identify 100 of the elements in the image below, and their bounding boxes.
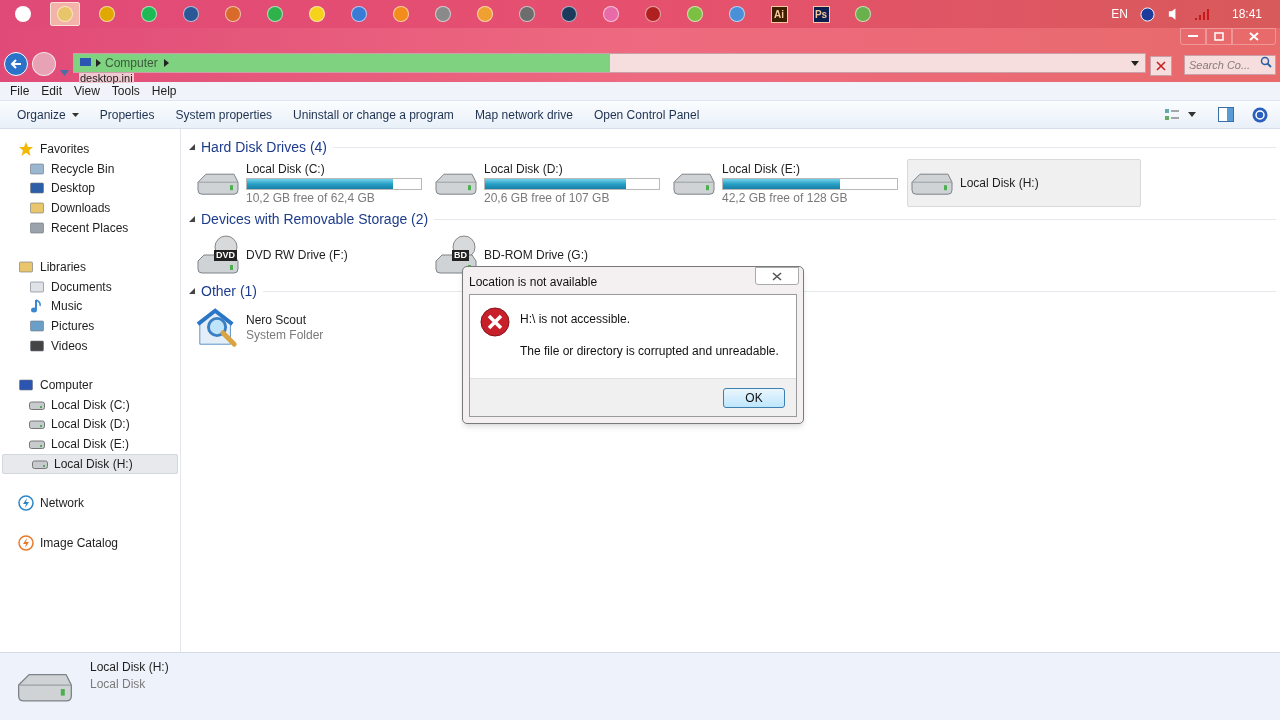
sidebar-item[interactable]: Local Disk (D:) xyxy=(0,414,180,435)
sidebar-item[interactable]: Libraries xyxy=(0,257,180,277)
drive-name: Nero Scout xyxy=(246,311,308,328)
address-bar[interactable]: Computer xyxy=(73,53,1146,73)
app-logo: Ai xyxy=(770,5,788,23)
back-arrow-icon xyxy=(10,58,22,70)
app-logo: Ps xyxy=(812,5,830,23)
free-space-text: 20,6 GB free of 107 GB xyxy=(484,190,611,206)
toolbar-button[interactable]: Properties xyxy=(92,103,162,126)
drive-name: Local Disk (E:) xyxy=(722,160,802,177)
back-button[interactable] xyxy=(4,52,28,76)
drive-icon xyxy=(29,419,45,430)
collapse-icon[interactable] xyxy=(189,144,195,150)
close-button[interactable] xyxy=(755,267,799,285)
drive-tile[interactable]: DVD DVD RW Drive (F:) xyxy=(193,231,427,279)
dialog-title: Location is not available xyxy=(469,274,598,291)
drive-name: Local Disk (D:) xyxy=(484,160,564,177)
free-space-text: 42,2 GB free of 128 GB xyxy=(722,190,849,206)
sidebar-item[interactable]: Downloads xyxy=(0,198,180,218)
computer-icon xyxy=(18,377,34,394)
error-heading: H:\ is not accessible. xyxy=(520,311,632,328)
sidebar-item[interactable]: Recent Places xyxy=(0,217,180,238)
signal-icon[interactable] xyxy=(1194,7,1210,21)
close-icon xyxy=(1156,61,1166,71)
menu-item[interactable]: Tools xyxy=(105,82,146,100)
computer-icon xyxy=(78,57,92,69)
lightning-icon xyxy=(18,534,34,551)
caret-icon[interactable] xyxy=(1188,112,1196,117)
taskbar-app[interactable]: Ps xyxy=(806,2,836,26)
menu-item[interactable]: Help xyxy=(145,82,183,100)
drive-tile[interactable]: Local Disk (H:) xyxy=(907,159,1141,207)
sidebar-item[interactable]: Recycle Bin xyxy=(0,158,180,179)
toolbar-button[interactable]: Organize xyxy=(10,103,86,126)
drive-badge: DVD xyxy=(214,250,237,261)
close-icon xyxy=(772,271,782,281)
maximize-button[interactable] xyxy=(1206,28,1232,45)
monitor-icon xyxy=(29,180,45,197)
toolbar-button[interactable]: Uninstall or change a program xyxy=(286,103,461,126)
chevron-icon[interactable] xyxy=(96,59,101,67)
folder-icon xyxy=(29,199,45,216)
chevron-icon[interactable] xyxy=(163,59,169,67)
sidebar-item[interactable]: Network xyxy=(0,493,180,514)
minimize-button[interactable] xyxy=(1180,28,1206,45)
collapse-icon[interactable] xyxy=(189,216,195,222)
sidebar-item[interactable]: Image Catalog xyxy=(0,532,180,553)
clock[interactable]: 18:41 xyxy=(1222,5,1272,23)
collapse-icon[interactable] xyxy=(189,288,195,294)
item-type: System Folder xyxy=(246,327,324,343)
sidebar-item[interactable]: Computer xyxy=(0,375,180,395)
caret-icon xyxy=(71,112,79,117)
menu-item[interactable]: File xyxy=(4,82,36,100)
toolbar-button[interactable]: Map network drive xyxy=(467,103,580,126)
group-header[interactable]: Devices with Removable Storage (2) xyxy=(201,208,429,230)
group-header[interactable]: Hard Disk Drives (4) xyxy=(201,136,327,158)
stop-button[interactable] xyxy=(1150,56,1172,76)
details-type: Local Disk xyxy=(90,676,147,693)
view-options-icon[interactable] xyxy=(1164,107,1180,122)
sidebar-item[interactable]: Documents xyxy=(0,276,180,297)
dropdown-icon[interactable] xyxy=(1131,60,1139,66)
drive-icon xyxy=(29,399,45,410)
drive-name: Local Disk (C:) xyxy=(246,160,326,177)
maximize-icon xyxy=(1214,32,1224,41)
language-indicator[interactable]: EN xyxy=(1111,5,1128,23)
sidebar-item[interactable]: Local Disk (E:) xyxy=(0,434,180,454)
sidebar-item[interactable]: Desktop xyxy=(0,178,180,199)
drive-name: Local Disk (H:) xyxy=(960,175,1039,191)
sidebar-item[interactable]: Local Disk (C:) xyxy=(0,394,180,415)
sidebar-item[interactable]: Favorites xyxy=(0,139,180,159)
details-title: Local Disk (H:) xyxy=(90,659,169,676)
drive-tile[interactable]: Local Disk (C:) 10,2 GB free of 62,4 GB xyxy=(193,159,427,207)
drive-badge: BD xyxy=(452,250,469,261)
toolbar-button[interactable]: Open Control Panel xyxy=(586,103,707,126)
drive-tile[interactable]: Nero Scout System Folder xyxy=(193,303,427,351)
search-icon xyxy=(1260,56,1272,68)
free-space-text: 10,2 GB free of 62,4 GB xyxy=(246,190,376,206)
breadcrumb[interactable]: Computer xyxy=(105,54,158,72)
group-header[interactable]: Other (1) xyxy=(201,280,257,302)
drive-icon xyxy=(29,439,45,450)
error-icon xyxy=(480,307,510,337)
sidebar-item[interactable]: Videos xyxy=(0,335,180,356)
drive-name: BD-ROM Drive (G:) xyxy=(484,247,588,263)
close-icon xyxy=(1249,32,1259,41)
drive-tile[interactable]: Local Disk (D:) 20,6 GB free of 107 GB xyxy=(431,159,665,207)
desktop-file-label: desktop.ini xyxy=(79,73,134,83)
menu-item[interactable]: Edit xyxy=(35,82,69,100)
sidebar-item[interactable]: Music xyxy=(0,296,180,317)
star-icon xyxy=(18,140,34,157)
search-field[interactable]: Search Co... xyxy=(1184,55,1276,75)
sidebar-item[interactable]: Pictures xyxy=(0,316,180,336)
sidebar-item[interactable]: Local Disk (H:) xyxy=(2,454,178,474)
drive-tile[interactable]: Local Disk (E:) 42,2 GB free of 128 GB xyxy=(669,159,903,207)
error-message: The file or directory is corrupted and unreadable. xyxy=(520,343,779,360)
preview-pane-icon[interactable] xyxy=(1218,107,1234,122)
forward-button[interactable] xyxy=(32,52,56,76)
taskbar-app[interactable]: Ai xyxy=(764,2,794,26)
drive-icon xyxy=(32,458,48,469)
toolbar-button[interactable]: System properties xyxy=(168,103,280,126)
minimize-icon xyxy=(1188,35,1198,38)
ok-button[interactable]: OK xyxy=(723,387,785,408)
menu-item[interactable]: View xyxy=(68,82,106,100)
